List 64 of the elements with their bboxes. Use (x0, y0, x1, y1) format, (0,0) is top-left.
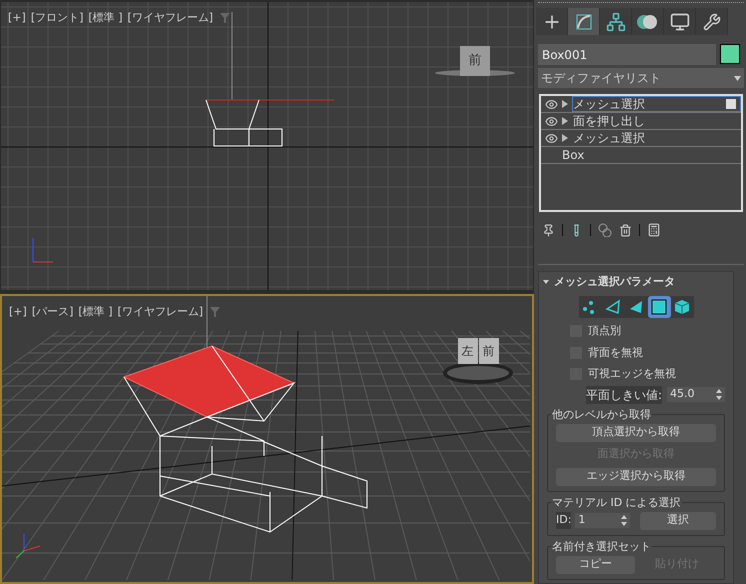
viewport-label[interactable]: [パース] (32, 304, 74, 320)
rollout-button[interactable]: エッジ選択から取得 (556, 468, 716, 486)
checkbox-label: 背面を無視 (588, 344, 643, 360)
object-color-swatch[interactable] (720, 44, 740, 64)
circles-icon (598, 223, 612, 237)
panel-tab[interactable] (536, 8, 568, 35)
rollout-header[interactable]: メッシュ選択パラメータ (543, 272, 729, 292)
expand-arrow-icon (562, 117, 568, 125)
viewport-label[interactable]: [ワイヤフレーム] (128, 10, 214, 26)
id-label: ID: (556, 512, 572, 529)
triangle-outline-icon (605, 299, 621, 315)
viewport-label[interactable]: [フロント] (30, 10, 84, 26)
cube-face-label[interactable]: 前 (478, 338, 498, 364)
cube-icon (674, 299, 690, 315)
panel-tab[interactable] (632, 8, 664, 35)
id-spinner[interactable]: 1 (575, 513, 630, 528)
stack-toggle-icon (726, 99, 736, 109)
panel-tab[interactable] (696, 8, 728, 35)
threshold-label: 平面しきい値: (586, 386, 662, 404)
stack-item[interactable]: Box (541, 147, 741, 164)
square-icon (651, 299, 667, 315)
expand-arrow-icon (562, 134, 568, 142)
cube-face-label[interactable]: 前 (460, 46, 490, 76)
axis-tripod-icon (16, 534, 40, 558)
hierarchy-icon (606, 12, 626, 32)
rollout-button[interactable]: コピー (556, 556, 634, 574)
pin-icon (542, 224, 555, 236)
group-title: マテリアル ID による選択 (551, 494, 682, 511)
group-title: 名前付き選択セット (551, 538, 652, 555)
checkbox-label: 頂点別 (588, 323, 621, 339)
object-name-field[interactable]: Box001 (538, 44, 716, 65)
viewport-label[interactable]: [+] (8, 10, 26, 26)
trash-icon (619, 224, 632, 236)
viewport-label[interactable]: [標準 ] (78, 304, 112, 320)
viewport-label[interactable]: [+] (9, 304, 27, 320)
spinner-arrows-icon (716, 389, 722, 400)
triangle-icon (628, 299, 644, 315)
panel-tab[interactable] (600, 8, 632, 35)
viewport[interactable]: [+] [パース] [標準 ] [ワイヤフレーム] 左 前 (0, 294, 534, 584)
curve-edit-icon (574, 12, 594, 32)
subobject-level-button[interactable] (648, 296, 670, 318)
checkbox-label: 可視エッジを無視 (588, 366, 676, 382)
expand-arrow-icon (562, 100, 568, 108)
viewport-label[interactable]: [ワイヤフレーム] (118, 304, 204, 320)
stack-item[interactable]: メッシュ選択 (541, 130, 741, 147)
wrench-icon (702, 12, 720, 30)
rollout-button[interactable]: 頂点選択から取得 (556, 424, 716, 442)
collapse-caret-icon (543, 279, 549, 285)
panel-tab[interactable] (664, 8, 696, 35)
modifier-list-dropdown[interactable]: モディファイヤリスト (538, 68, 744, 88)
axis-tripod-icon (32, 238, 54, 262)
spinner-arrows-icon (621, 515, 628, 526)
motion-circles-icon (636, 12, 658, 30)
panel-tab[interactable] (568, 8, 600, 35)
cube-face-label[interactable]: 左 (458, 338, 478, 364)
stack-item[interactable]: 面を押し出し (541, 113, 741, 130)
view-cube-drawing[interactable]: 左 前 (442, 326, 514, 386)
monitor-icon (670, 12, 690, 32)
grid-edit-icon (647, 223, 661, 237)
viewport-label[interactable]: [標準 ] (88, 10, 122, 26)
dropdown-caret-icon (734, 76, 741, 80)
rollout-button[interactable]: 選択 (640, 512, 716, 530)
viewport[interactable]: [+] [フロント] [標準 ] [ワイヤフレーム] 前 (0, 1, 534, 291)
threshold-spinner[interactable]: 45.0 (667, 387, 726, 402)
